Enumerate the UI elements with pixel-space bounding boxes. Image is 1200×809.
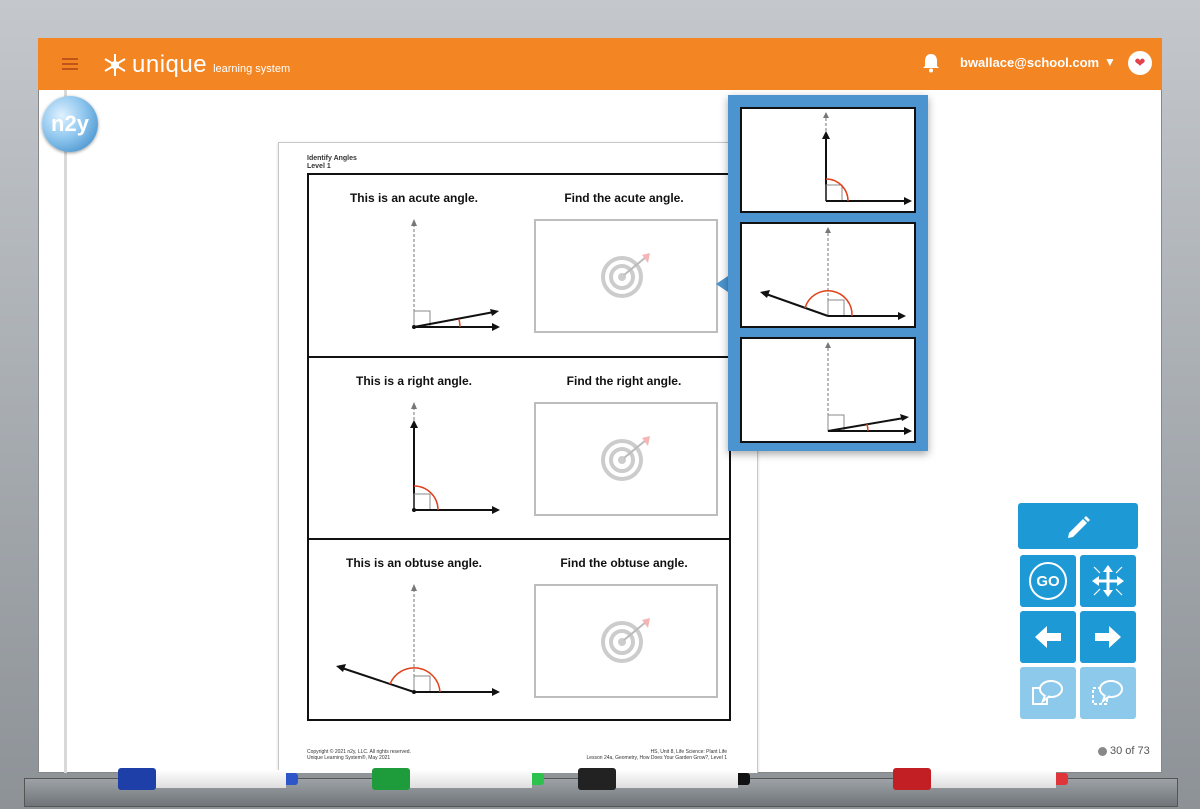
board-divider [64, 90, 67, 773]
heart-icon: ❤ [1134, 55, 1146, 70]
obtuse-angle-example [336, 584, 500, 696]
target-icon [601, 253, 650, 298]
choices-popup [728, 95, 928, 451]
menu-icon[interactable] [62, 58, 78, 70]
worksheet-grid: This is an acute angle. Find the acute a… [307, 173, 731, 721]
choice-right-angle[interactable] [740, 107, 916, 213]
n2y-text: n2y [51, 111, 89, 136]
bell-icon[interactable] [922, 53, 940, 78]
obtuse-row: This is an obtuse angle. Find the obtuse… [309, 538, 729, 720]
worksheet-footer-left: Copyright © 2021 n2y, LLC. All rights re… [307, 749, 411, 761]
worksheet-title-line: Identify Angles [307, 155, 357, 162]
prompt-label: Find the obtuse angle. [560, 556, 688, 570]
move-button[interactable] [1080, 555, 1136, 607]
brand-subtitle: learning system [213, 63, 291, 75]
move-arrows-icon [1092, 565, 1124, 597]
arrow-right-icon [1095, 626, 1121, 648]
n2y-logo: n2y [42, 96, 98, 152]
example-label: This is an obtuse angle. [345, 556, 483, 570]
speech-bubble-icon [1032, 680, 1063, 705]
popup-pointer [716, 276, 728, 292]
go-label: GO [1029, 562, 1067, 600]
worksheet-level-line: Level 1 [307, 163, 331, 170]
pen-button[interactable] [1018, 503, 1138, 549]
page-counter-text: 30 of 73 [1110, 745, 1150, 757]
speech-bubble-dashed-icon [1092, 680, 1123, 705]
worksheet-title: Identify Angles Level 1 [307, 155, 357, 171]
acute-row: This is an acute angle. Find the acute a… [309, 175, 729, 355]
logo: unique learning system [102, 50, 290, 80]
right-row: This is a right angle. Find the right an… [309, 356, 729, 538]
example-label: This is a right angle. [355, 374, 473, 388]
blue-marker[interactable] [118, 768, 298, 790]
prompt-label: Find the acute angle. [564, 191, 684, 205]
target-icon [601, 618, 650, 663]
right-drop-zone[interactable] [534, 402, 718, 516]
previous-button[interactable] [1020, 611, 1076, 663]
choice-obtuse-angle[interactable] [740, 222, 916, 328]
app-header: unique learning system bwallace@school.c… [38, 38, 1162, 90]
whiteboard: unique learning system bwallace@school.c… [38, 38, 1162, 773]
speech-bubble-button[interactable] [1020, 667, 1076, 719]
right-angle-example [410, 402, 500, 514]
choice-acute-angle[interactable] [740, 337, 916, 443]
black-marker[interactable] [578, 768, 750, 790]
speech-bubble-select-button[interactable] [1080, 667, 1136, 719]
pencil-icon [1068, 516, 1090, 538]
brand-name: unique [132, 51, 208, 78]
acute-drop-zone[interactable] [534, 219, 718, 333]
obtuse-drop-zone[interactable] [534, 584, 718, 698]
acute-angle-icon [825, 342, 912, 435]
acute-angle-example [411, 219, 500, 331]
next-button[interactable] [1080, 611, 1136, 663]
arrow-left-icon [1035, 626, 1061, 648]
example-label: This is an acute angle. [349, 191, 479, 205]
edition-text: Unique Learning System®, May 2021 [307, 755, 391, 761]
go-button[interactable]: GO [1020, 555, 1076, 607]
worksheet-page: Identify Angles Level 1 This is an acute… [278, 142, 758, 773]
prompt-label: Find the right angle. [566, 374, 682, 388]
target-icon [601, 436, 650, 481]
avatar[interactable]: ❤ [1128, 51, 1152, 75]
obtuse-angle-icon [760, 227, 906, 320]
chevron-down-icon[interactable]: ▼ [1104, 55, 1116, 69]
page-icon [1098, 746, 1107, 756]
snowflake-icon [104, 54, 126, 76]
user-email[interactable]: bwallace@school.com [960, 55, 1099, 70]
right-angle-icon [822, 112, 912, 205]
worksheet-footer-right: HS, Unit 8, Life Science: Plant Life Les… [586, 749, 727, 761]
lesson-text: Lesson 24a, Geometry, How Does Your Gard… [586, 755, 727, 761]
green-marker[interactable] [372, 768, 544, 790]
red-marker[interactable] [893, 768, 1068, 790]
page-counter: 30 of 73 [1098, 745, 1150, 757]
